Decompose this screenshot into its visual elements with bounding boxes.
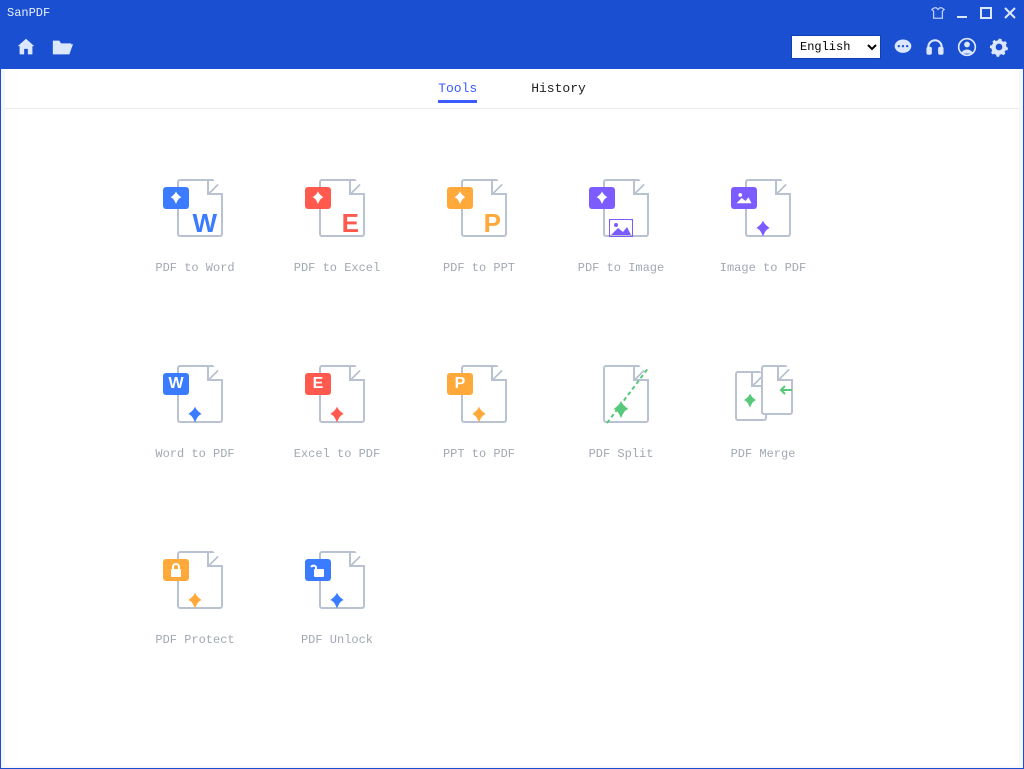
tool-excel-to-pdf[interactable]: E Excel to PDF	[267, 365, 407, 461]
app-title: SanPDF	[7, 6, 50, 20]
word-letter-icon: W	[192, 208, 217, 239]
tool-label: PDF Protect	[155, 633, 234, 647]
lock-icon	[163, 559, 189, 581]
tool-label: PDF Unlock	[301, 633, 373, 647]
tool-ppt-to-pdf[interactable]: P PPT to PDF	[409, 365, 549, 461]
tool-label: PDF Merge	[731, 447, 796, 461]
pdf-icon	[451, 405, 507, 425]
merge-arrow-icon	[777, 383, 793, 401]
app-window: SanPDF	[0, 0, 1024, 769]
tool-pdf-protect[interactable]: PDF Protect	[125, 551, 265, 647]
excel-letter-icon: E	[305, 373, 331, 395]
user-icon[interactable]	[957, 37, 977, 57]
image-icon	[593, 219, 649, 237]
tool-word-to-pdf[interactable]: W Word to PDF	[125, 365, 265, 461]
tool-pdf-split[interactable]: PDF Split	[551, 365, 691, 461]
pdf-icon	[309, 405, 365, 425]
pdf-icon	[167, 591, 223, 611]
pdf-icon	[305, 187, 331, 209]
gear-icon[interactable]	[989, 37, 1009, 57]
chat-icon[interactable]	[893, 37, 913, 57]
pdf-icon	[593, 399, 649, 421]
pdf-icon	[163, 187, 189, 209]
titlebar: SanPDF	[1, 1, 1023, 25]
unlock-icon	[305, 559, 331, 581]
pdf-icon	[447, 187, 473, 209]
ppt-letter-icon: P	[447, 373, 473, 395]
maximize-button[interactable]	[979, 6, 993, 20]
home-icon[interactable]	[15, 36, 37, 58]
tool-label: PDF to Image	[578, 261, 664, 275]
excel-letter-icon: E	[342, 208, 359, 239]
tool-pdf-to-excel[interactable]: E PDF to Excel	[267, 179, 407, 275]
headphones-icon[interactable]	[925, 37, 945, 57]
tool-image-to-pdf[interactable]: Image to PDF	[693, 179, 833, 275]
pdf-icon	[309, 591, 365, 611]
pdf-icon	[735, 219, 791, 239]
tab-tools[interactable]: Tools	[438, 81, 477, 103]
toolbar: English	[1, 25, 1023, 69]
word-letter-icon: W	[163, 373, 189, 395]
ppt-letter-icon: P	[484, 208, 501, 239]
tool-pdf-unlock[interactable]: PDF Unlock	[267, 551, 407, 647]
close-button[interactable]	[1003, 6, 1017, 20]
tool-pdf-to-ppt[interactable]: P PDF to PPT	[409, 179, 549, 275]
image-icon	[731, 187, 757, 209]
language-select[interactable]: English	[791, 35, 881, 59]
tool-label: PDF Split	[589, 447, 654, 461]
tool-pdf-merge[interactable]: PDF Merge	[693, 365, 833, 461]
tool-label: PDF to Word	[155, 261, 234, 275]
tab-history[interactable]: History	[531, 81, 586, 100]
tool-label: Word to PDF	[155, 447, 234, 461]
pdf-icon	[589, 187, 615, 209]
tool-pdf-to-image[interactable]: PDF to Image	[551, 179, 691, 275]
pdf-icon	[741, 392, 759, 415]
tool-label: PDF to PPT	[443, 261, 515, 275]
pdf-icon	[167, 405, 223, 425]
tool-label: Image to PDF	[720, 261, 806, 275]
open-folder-icon[interactable]	[51, 37, 73, 57]
tool-label: PDF to Excel	[294, 261, 380, 275]
shirt-icon[interactable]	[931, 6, 945, 20]
tools-grid: W PDF to Word E PDF to Excel	[125, 179, 959, 647]
tool-label: Excel to PDF	[294, 447, 380, 461]
tool-label: PPT to PDF	[443, 447, 515, 461]
tool-pdf-to-word[interactable]: W PDF to Word	[125, 179, 265, 275]
minimize-button[interactable]	[955, 6, 969, 20]
content-area: Tools History W PDF to Word	[5, 69, 1019, 766]
tab-bar: Tools History	[5, 69, 1019, 109]
